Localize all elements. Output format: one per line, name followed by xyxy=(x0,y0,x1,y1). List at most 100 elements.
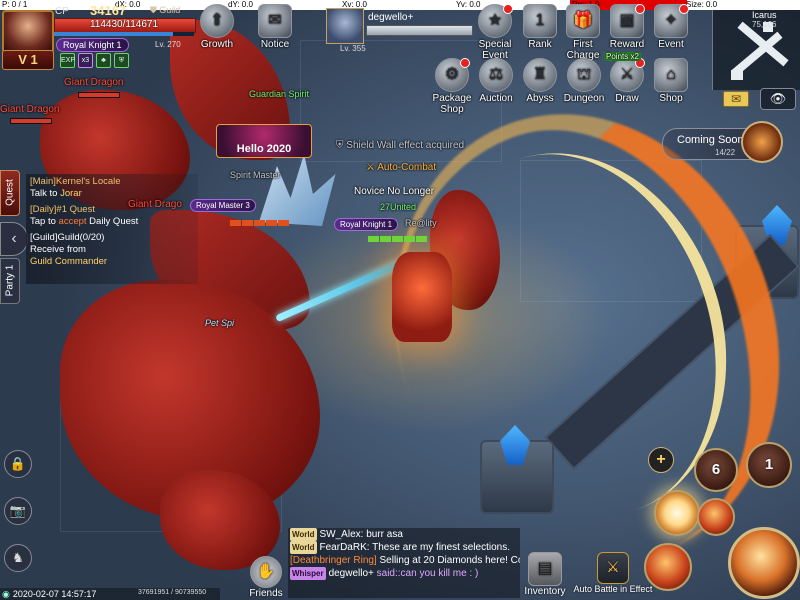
target-name: degwello+ xyxy=(368,12,414,23)
friends-button[interactable]: ✋ Friends xyxy=(244,556,288,599)
skill-button[interactable] xyxy=(697,498,735,536)
shop-label: Shop xyxy=(659,93,683,104)
enemy-hp-fill xyxy=(79,93,119,97)
wifi-icon: ◉ xyxy=(2,589,10,599)
exp-buff-icon[interactable]: EXP xyxy=(60,53,75,68)
notification-dot xyxy=(460,58,470,68)
arrow-up-icon: ⬆ xyxy=(200,4,234,38)
screenshot-button[interactable]: 📷 xyxy=(4,497,32,525)
chat-text: : These are my finest selections. xyxy=(366,542,510,553)
attack-button[interactable] xyxy=(728,527,800,599)
hero-guild: 27United xyxy=(380,202,417,212)
reward-button[interactable]: ▣ Reward xyxy=(607,4,647,50)
notification-dot xyxy=(503,4,513,14)
auto-combat-text: Auto-Combat xyxy=(377,162,437,173)
quest-item-guild[interactable]: [Guild]Guild(0/20) Receive from Guild Co… xyxy=(26,230,198,270)
clover-buff-icon[interactable]: ♣ xyxy=(96,53,111,68)
chat-text: said::can you kill me : ) xyxy=(373,568,479,579)
hero-hp-bar xyxy=(368,236,427,242)
package-shop-button[interactable]: ⚙ Package Shop xyxy=(429,58,475,115)
abyss-button[interactable]: ♜ Abyss xyxy=(520,58,560,104)
ice-crystal-effect xyxy=(259,154,336,226)
quest-type: [Daily] xyxy=(30,204,57,215)
lock-icon: 🔒 xyxy=(9,456,27,471)
event-button[interactable]: ✦ Event xyxy=(651,4,691,50)
notice-button[interactable]: ✉ Notice xyxy=(255,4,295,50)
skill-button-ready[interactable] xyxy=(654,490,700,536)
chat-message-cont: [Deathbringer Ring] Selling at 20 Diamon… xyxy=(288,554,520,567)
player-avatar[interactable] xyxy=(2,10,54,54)
auto-battle-label: Auto Battle in Effect xyxy=(573,584,653,594)
hero-name: Re@lity xyxy=(405,218,437,228)
coming-soon-label: Coming Soon xyxy=(677,134,744,146)
lock-button[interactable]: 🔒 xyxy=(4,450,32,478)
chat-box[interactable]: World SW_Alex: burr asa World FearDaRK: Th… xyxy=(288,528,520,598)
target-level: Lv. 355 xyxy=(340,44,366,53)
mail-icon[interactable]: ✉ xyxy=(723,91,749,107)
ally-name-label: Spirit Master xyxy=(230,170,281,180)
quest-title: Guild(0/20) xyxy=(57,232,105,243)
vip-badge[interactable]: V 1 xyxy=(2,50,54,70)
dungeon-icon: ⛫ xyxy=(567,58,601,92)
party-tab-label: Party 1 xyxy=(4,264,16,297)
hello-2020-banner: Hello 2020 xyxy=(216,124,312,158)
coming-soon-panel[interactable]: Coming Soon 14/22 xyxy=(662,121,783,163)
chat-channel-badge: Whisper xyxy=(290,567,326,580)
rank-button[interactable]: 1 Rank xyxy=(520,4,560,50)
gift-orb-icon xyxy=(741,121,783,163)
quest-desc: Talk to xyxy=(30,188,61,199)
quest-target: Jorar xyxy=(60,188,82,199)
eye-icon[interactable]: 👁 xyxy=(760,88,796,110)
shop-icon: ⌂ xyxy=(654,58,688,92)
quest-target: accept xyxy=(58,216,87,227)
skill-button-cooldown[interactable]: 6 xyxy=(694,448,738,492)
target-hp-fill xyxy=(367,26,472,35)
hp-text: 114430/114671 xyxy=(89,19,159,30)
auction-button[interactable]: ⚖ Auction xyxy=(476,58,516,104)
player-character[interactable] xyxy=(392,252,452,342)
package-shop-label: Package Shop xyxy=(432,93,472,115)
first-charge-button[interactable]: 🎁 First Charge xyxy=(562,4,604,61)
enemy-name-label: Giant Dragon xyxy=(64,77,124,88)
scales-icon: ⚖ xyxy=(479,58,513,92)
friends-label: Friends xyxy=(249,588,283,599)
item-link[interactable]: [Deathbringer Ring] xyxy=(290,555,377,566)
quest-title: Kernel's Locale xyxy=(55,176,121,187)
target-avatar[interactable] xyxy=(326,8,364,44)
draw-button[interactable]: ⚔ Points x2 Draw xyxy=(604,52,647,104)
multiplier-buff-icon[interactable]: x3 xyxy=(78,53,93,68)
enemy-hp-bar xyxy=(10,118,52,124)
handshake-icon: ✋ xyxy=(250,556,282,588)
player-level: Lv. 270 xyxy=(155,40,181,49)
enemy-hp-bar xyxy=(78,92,120,98)
quest-item-main[interactable]: [Main]Kernel's Locale Talk to Jorar xyxy=(26,174,198,202)
skill-button[interactable] xyxy=(644,543,692,591)
crossed-swords-icon: ⚔ xyxy=(366,162,378,173)
hello-banner-text: Hello 2020 xyxy=(236,143,292,155)
notice-icon: ✉ xyxy=(258,4,292,38)
shop-button[interactable]: ⌂ Shop xyxy=(651,58,691,104)
inventory-button[interactable]: ▤ Inventory xyxy=(518,552,572,597)
rank-icon: 1 xyxy=(523,4,557,38)
auto-combat-indicator: ⚔ Auto-Combat xyxy=(366,162,436,173)
guild-button[interactable]: ⛊ Guild xyxy=(150,5,180,16)
special-event-button[interactable]: ★ Special Event xyxy=(474,4,516,61)
skill-button-cooldown[interactable]: 1 xyxy=(746,442,792,488)
tab-quest[interactable]: Quest xyxy=(0,170,20,216)
chat-sender[interactable]: SW_Alex xyxy=(320,529,361,540)
tab-party[interactable]: Party 1 xyxy=(0,258,20,304)
chat-message: World SW_Alex: burr asa xyxy=(288,528,520,541)
growth-button[interactable]: ⬆ Growth xyxy=(197,4,237,50)
shield-buff-icon[interactable]: ⛨ xyxy=(114,53,129,68)
chat-sender[interactable]: FearDaRK xyxy=(320,542,367,553)
quest-tab-label: Quest xyxy=(4,179,16,206)
auto-battle-button[interactable]: ⚔ Auto Battle in Effect xyxy=(570,552,656,594)
event-icon: ✦ xyxy=(654,4,689,38)
expand-skills-button[interactable]: + xyxy=(648,447,674,473)
dungeon-button[interactable]: ⛫ Dungeon xyxy=(562,58,606,104)
mount-button[interactable]: ♞ xyxy=(4,544,32,572)
chat-sender[interactable]: degwello+ xyxy=(329,568,374,579)
notice-label: Notice xyxy=(260,39,290,50)
buff-row: EXP x3 ♣ ⛨ xyxy=(60,53,129,68)
guild-label: Guild xyxy=(159,5,181,15)
